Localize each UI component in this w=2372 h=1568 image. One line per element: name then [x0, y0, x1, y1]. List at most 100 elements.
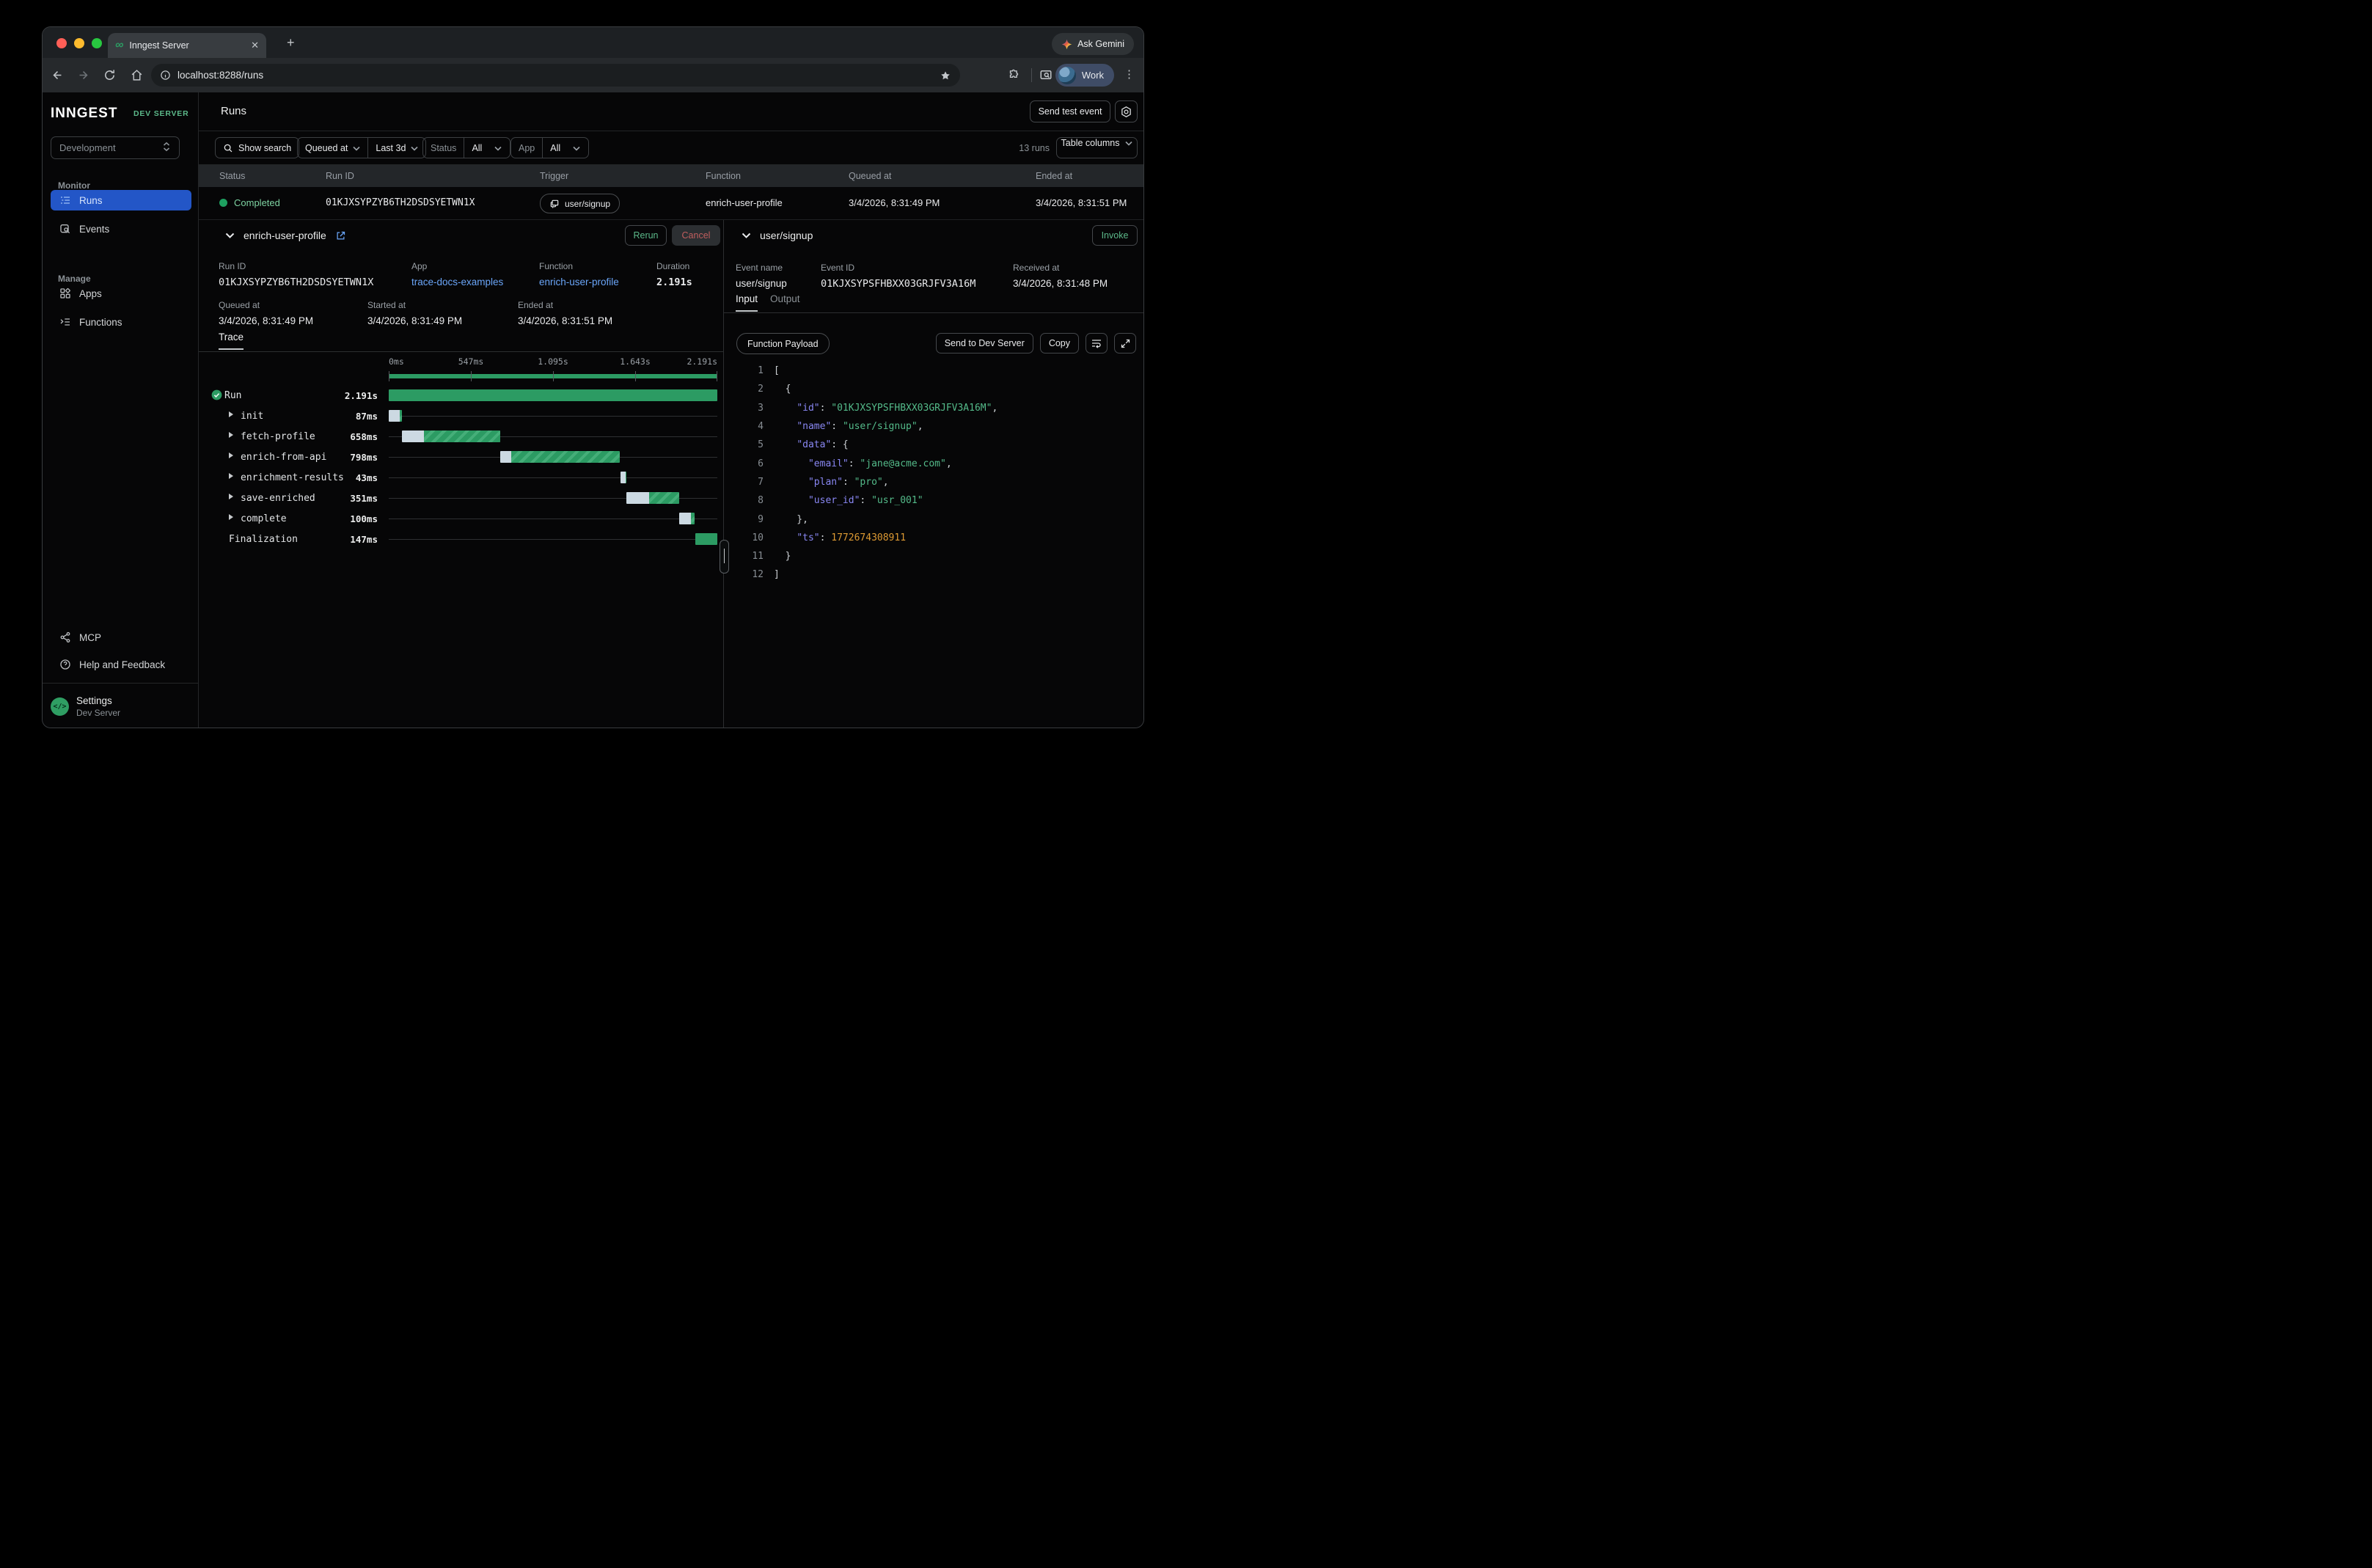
minimap-tick: [635, 371, 636, 381]
expand-arrow-icon[interactable]: [229, 473, 233, 479]
invoke-button[interactable]: Invoke: [1092, 225, 1138, 246]
home-button[interactable]: [128, 67, 144, 83]
browser-tab[interactable]: ∞ Inngest Server ✕: [108, 33, 266, 58]
bookmark-star-icon[interactable]: [940, 70, 951, 81]
sidebar-item-settings[interactable]: </> Settings Dev Server: [51, 695, 120, 718]
running-segment: [691, 513, 694, 524]
rerun-button[interactable]: Rerun: [625, 225, 667, 246]
line-number: 10: [724, 532, 764, 543]
tab-output[interactable]: Output: [770, 293, 800, 310]
reload-button[interactable]: [101, 67, 117, 83]
word-wrap-icon[interactable]: [1086, 333, 1108, 353]
help-icon: [59, 659, 71, 670]
run-meta-queued-at: Queued at 3/4/2026, 8:31:49 PM: [219, 300, 313, 326]
expand-arrow-icon[interactable]: [229, 432, 233, 438]
running-segment: [389, 389, 717, 401]
sidebar-item-functions[interactable]: Functions: [51, 312, 191, 332]
tab-input[interactable]: Input: [736, 293, 758, 312]
show-search-button[interactable]: Show search: [215, 137, 299, 158]
events-icon: [59, 223, 71, 235]
status-filter-dropdown[interactable]: All: [464, 138, 510, 158]
minimize-window-button[interactable]: [74, 38, 84, 48]
trace-minimap[interactable]: [389, 371, 717, 381]
time-field-dropdown[interactable]: Queued at: [298, 138, 367, 158]
trace-bar: [389, 410, 402, 422]
ask-gemini-button[interactable]: Ask Gemini: [1052, 33, 1134, 55]
trigger-pill[interactable]: user/signup: [540, 194, 620, 213]
expand-arrow-icon[interactable]: [229, 514, 233, 520]
trace-row-finalization[interactable]: Finalization 147ms: [199, 529, 723, 549]
side-panel-search-icon[interactable]: [1038, 67, 1054, 83]
line-number: 12: [724, 569, 764, 580]
queued-segment: [621, 472, 626, 483]
expand-arrow-icon[interactable]: [229, 453, 233, 458]
sidebar-item-help-and-feedback[interactable]: Help and Feedback: [51, 654, 191, 675]
chevron-down-icon[interactable]: [225, 232, 235, 239]
sidebar-item-apps[interactable]: Apps: [51, 283, 191, 304]
column-header-function: Function: [706, 171, 741, 181]
axis-tick-label: 547ms: [458, 356, 484, 367]
queued-segment: [679, 513, 691, 524]
code-line: 6 "email": "jane@acme.com",: [724, 454, 1139, 472]
table-columns-button[interactable]: Table columns: [1056, 137, 1138, 158]
url-text[interactable]: localhost:8288/runs: [177, 70, 940, 81]
trace-step-duration: 2.191s: [279, 390, 378, 401]
send-test-event-button[interactable]: Send test event: [1030, 100, 1110, 122]
sidebar-item-runs[interactable]: Runs: [51, 190, 191, 210]
trace-axis-labels: 0ms547ms1.095s1.643s2.191s: [389, 356, 717, 367]
trace-row-init[interactable]: init 87ms: [199, 406, 723, 426]
forward-button[interactable]: [75, 67, 91, 83]
close-window-button[interactable]: [56, 38, 67, 48]
trace-row-enrich-from-api[interactable]: enrich-from-api 798ms: [199, 447, 723, 467]
tab-trace[interactable]: Trace: [219, 331, 244, 350]
maximize-window-button[interactable]: [92, 38, 102, 48]
browser-menu-icon[interactable]: ⋮: [1124, 67, 1135, 81]
column-header-status: Status: [219, 171, 245, 181]
copy-button[interactable]: Copy: [1040, 333, 1079, 353]
inngest-logo: INNGEST: [51, 106, 117, 122]
apps-icon: [59, 287, 71, 299]
payload-code-editor[interactable]: 1[2 {3 "id": "01KJXSYPSFHBXX03GRJFV3A16M…: [724, 362, 1139, 585]
extensions-icon[interactable]: [1006, 67, 1022, 83]
url-bar[interactable]: localhost:8288/runs: [151, 64, 960, 87]
trace-row-save-enriched[interactable]: save-enriched 351ms: [199, 488, 723, 508]
trace-step-duration: 147ms: [279, 534, 378, 545]
trace-tab-divider: [199, 351, 723, 352]
trace-step-duration: 87ms: [279, 411, 378, 422]
sidebar-item-events[interactable]: Events: [51, 219, 191, 239]
event-meta-event-id: Event ID 01KJXSYPSFHBXX03GRJFV3A16M: [821, 263, 975, 290]
tab-close-icon[interactable]: ✕: [251, 40, 259, 51]
back-button[interactable]: [49, 67, 65, 83]
cancel-button[interactable]: Cancel: [672, 225, 720, 246]
trace-row-complete[interactable]: complete 100ms: [199, 508, 723, 529]
browser-window: ∞ Inngest Server ✕ + Ask Gemini: [42, 26, 1144, 728]
minimap-tick: [471, 371, 472, 381]
app-filter-dropdown[interactable]: All: [542, 138, 588, 158]
site-info-icon[interactable]: [160, 70, 171, 81]
axis-tick-label: 2.191s: [687, 356, 717, 367]
sidebar-item-mcp[interactable]: MCP: [51, 627, 191, 648]
time-range-dropdown[interactable]: Last 3d: [367, 138, 425, 158]
new-tab-button[interactable]: +: [287, 36, 295, 49]
function-payload-pill[interactable]: Function Payload: [736, 333, 830, 354]
expand-arrow-icon[interactable]: [229, 411, 233, 417]
expand-arrow-icon[interactable]: [229, 494, 233, 499]
expand-icon[interactable]: [1114, 333, 1136, 353]
trace-row-fetch-profile[interactable]: fetch-profile 658ms: [199, 426, 723, 447]
column-header-run-id: Run ID: [326, 171, 354, 181]
external-link-icon[interactable]: [335, 230, 346, 241]
run-detail-title: enrich-user-profile: [244, 230, 326, 241]
app-filter-label: App: [511, 138, 542, 158]
chevron-down-icon[interactable]: [742, 232, 751, 239]
run-meta-run-id: Run ID 01KJXSYPZYB6TH2DSDSYETWN1X: [219, 261, 373, 288]
table-row[interactable]: Completed 01KJXSYPZYB6TH2DSDSYETWN1X use…: [199, 187, 1143, 220]
trace-row-run[interactable]: Run 2.191s: [199, 385, 723, 406]
browser-profile-button[interactable]: Work: [1055, 64, 1114, 87]
environment-select[interactable]: Development: [51, 136, 180, 159]
trace-row-enrichment-results[interactable]: enrichment-results 43ms: [199, 467, 723, 488]
share-icon: [59, 631, 71, 643]
ended-at-value: 3/4/2026, 8:31:51 PM: [1036, 197, 1127, 208]
gear-icon[interactable]: [1115, 100, 1138, 122]
send-to-dev-server-button[interactable]: Send to Dev Server: [936, 333, 1033, 353]
line-number: 2: [724, 384, 764, 395]
